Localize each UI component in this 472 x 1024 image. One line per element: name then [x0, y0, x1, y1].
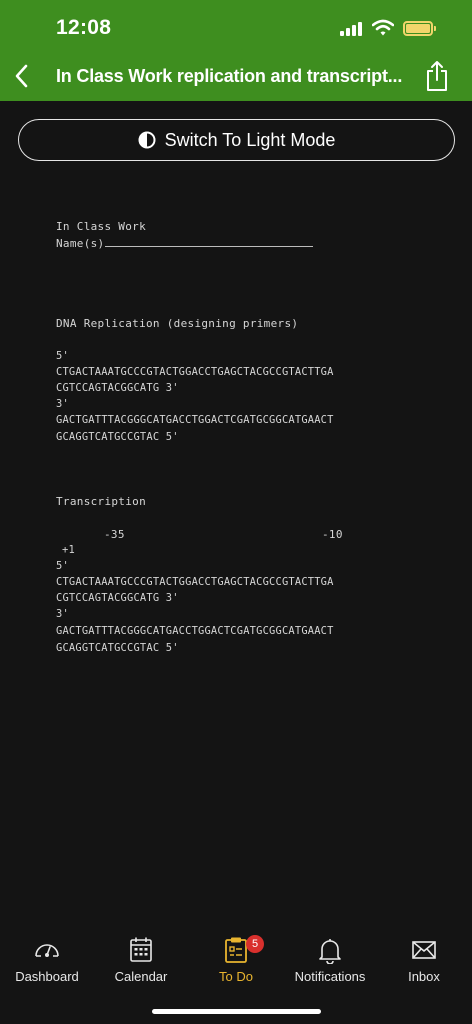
calendar-icon: [130, 937, 152, 962]
section2-bottom-strand-b: GCAGGTCATGCCGTAC 5': [56, 642, 179, 654]
contrast-half-circle-icon: [138, 131, 156, 149]
tab-todo-label: To Do: [219, 969, 253, 984]
promoter-minus35-label: -35: [104, 528, 125, 541]
section2-three-prime: 3': [56, 608, 69, 620]
back-chevron-icon[interactable]: [10, 62, 34, 90]
todo-count-badge: 5: [246, 935, 264, 953]
section2-five-prime: 5': [56, 560, 69, 572]
home-indicator[interactable]: [152, 1009, 321, 1014]
tab-dashboard-label: Dashboard: [15, 969, 79, 984]
share-icon[interactable]: [424, 60, 450, 92]
switch-light-mode-label: Switch To Light Mode: [164, 129, 336, 150]
section1-top-strand-a: CTGACTAAATGCCCGTACTGGACCTGAGCTACGCCGTACT…: [56, 366, 334, 378]
tab-calendar-label: Calendar: [114, 969, 168, 984]
tab-dashboard[interactable]: Dashboard: [0, 932, 94, 990]
section2-top-strand-b: CGTCCAGTACGGCATG 3': [56, 592, 179, 604]
document-heading: In Class Work: [56, 220, 146, 233]
tab-notifications[interactable]: Notifications: [283, 932, 377, 990]
todo-clipboard-icon: [225, 937, 247, 963]
section1-bottom-strand-b: GCAGGTCATGCCGTAC 5': [56, 431, 179, 443]
names-line: Name(s): [56, 235, 314, 252]
cellular-signal-icon: [340, 22, 364, 36]
section2-top-strand-a: CTGACTAAATGCCCGTACTGGACCTGAGCTACGCCGTACT…: [56, 576, 334, 588]
tab-inbox[interactable]: Inbox: [377, 932, 471, 990]
section1-three-prime: 3': [56, 398, 69, 410]
section2-title: Transcription: [56, 495, 146, 508]
section1-top-strand-b: CGTCCAGTACGGCATG 3': [56, 382, 179, 394]
battery-icon: [403, 21, 436, 36]
names-underline: [105, 237, 314, 247]
envelope-icon: [412, 941, 436, 959]
navigation-bar: In Class Work replication and transcript…: [0, 54, 472, 100]
section2-bottom-strand-a: GACTGATTTACGGGCATGACCTGGACTCGATGCGGCATGA…: [56, 625, 334, 637]
tab-notifications-label: Notifications: [294, 969, 366, 984]
bottom-tab-bar: Dashboard Calendar 5 To Do Notifications: [0, 932, 472, 992]
section1-bottom-strand-a: GACTGATTTACGGGCATGACCTGGACTCGATGCGGCATGA…: [56, 414, 334, 426]
tab-todo[interactable]: 5 To Do: [189, 932, 283, 990]
names-label: Name(s): [56, 237, 105, 250]
wifi-icon: [372, 19, 394, 36]
status-time: 12:08: [56, 16, 112, 39]
app-header: 12:08 In Class Work replication and tran…: [0, 0, 472, 101]
dashboard-gauge-icon: [35, 944, 59, 957]
promoter-minus10-label: -10: [322, 528, 343, 541]
transcription-start-label: +1: [62, 544, 75, 556]
status-bar: 12:08: [0, 0, 472, 50]
tab-calendar[interactable]: Calendar: [94, 932, 188, 990]
switch-light-mode-button[interactable]: Switch To Light Mode: [18, 119, 455, 161]
bell-icon: [319, 939, 341, 964]
section1-title: DNA Replication (designing primers): [56, 317, 299, 330]
page-title: In Class Work replication and transcript…: [56, 66, 403, 86]
tab-inbox-label: Inbox: [408, 969, 440, 984]
section1-five-prime: 5': [56, 350, 69, 362]
